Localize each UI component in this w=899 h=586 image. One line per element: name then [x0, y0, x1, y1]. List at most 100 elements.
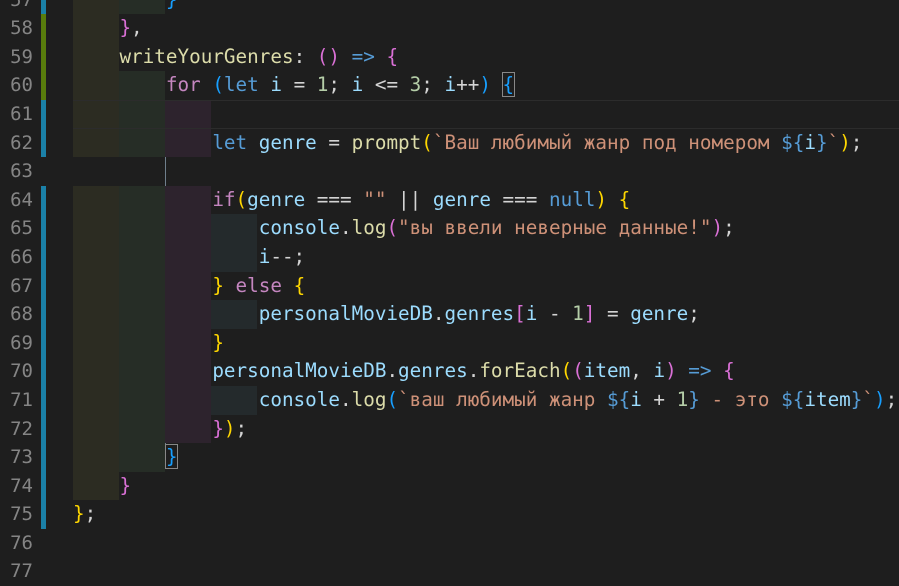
code-text[interactable]: } [73, 329, 224, 358]
code-text[interactable]: for (let i = 1; i <= 3; i++) { [73, 71, 516, 100]
code-text[interactable]: personalMovieDB.genres[i - 1] = genre; [73, 300, 700, 329]
code-text[interactable]: } [73, 443, 179, 472]
gutter-change-marker[interactable] [41, 357, 46, 386]
code-line[interactable]: 65 console.log("вы ввели неверные данные… [0, 214, 899, 243]
code-line[interactable]: 76 [0, 529, 899, 558]
gutter-change-marker[interactable] [41, 328, 46, 358]
code-text[interactable]: personalMovieDB.genres.forEach((item, i)… [73, 357, 735, 386]
code-token: ; [421, 73, 445, 97]
code-token: personalMovieDB [258, 302, 433, 326]
code-token: . [340, 216, 352, 240]
code-token: } [212, 330, 224, 354]
gutter-change-marker[interactable] [41, 271, 46, 301]
code-token: => [351, 44, 375, 68]
code-line[interactable]: 72 }); [0, 414, 899, 444]
line-number: 64 [10, 188, 33, 211]
code-text[interactable]: } [73, 0, 178, 14]
code-line[interactable]: 61 [0, 99, 899, 129]
gutter-change-marker[interactable] [41, 300, 46, 329]
code-token: ${ [781, 387, 805, 411]
code-line[interactable]: 68 personalMovieDB.genres[i - 1] = genre… [0, 300, 899, 329]
code-token: . [386, 359, 399, 383]
code-line[interactable]: 62 let genre = prompt(`Ваш любимый жанр … [0, 128, 899, 158]
code-token: ${ [607, 387, 631, 411]
code-text[interactable]: console.log("вы ввели неверные данные!")… [73, 214, 735, 243]
code-token: forEach [479, 359, 561, 383]
code-text[interactable]: let genre = prompt(`Ваш любимый жанр под… [73, 129, 862, 158]
code-line[interactable]: 73 } [0, 443, 899, 472]
code-text[interactable]: i--; [73, 243, 305, 272]
code-text[interactable]: }, [73, 14, 142, 43]
code-token: else [235, 273, 282, 297]
gutter-change-marker[interactable] [41, 42, 46, 72]
code-token: genre [630, 302, 689, 326]
code-token: } [164, 444, 179, 470]
code-line[interactable]: 58 }, [0, 14, 899, 43]
code-editor[interactable]: 57 }58 },59 writeYourGenres: () => {60 f… [0, 0, 899, 586]
code-token: i [525, 302, 538, 326]
code-token: } [850, 387, 863, 411]
gutter-change-marker[interactable] [41, 414, 46, 444]
gutter-change-marker[interactable] [41, 71, 46, 100]
code-token: i [270, 73, 282, 97]
code-line[interactable]: 59 writeYourGenres: () => { [0, 42, 899, 72]
code-token: i [804, 130, 816, 154]
line-number: 71 [10, 388, 33, 411]
gutter-change-marker[interactable] [41, 385, 46, 415]
gutter-change-marker[interactable] [41, 14, 46, 43]
code-token: ) [874, 387, 886, 411]
code-text[interactable]: }); [73, 415, 247, 444]
code-token: writeYourGenres [119, 44, 294, 68]
code-line[interactable]: 70 personalMovieDB.genres.forEach((item,… [0, 357, 899, 386]
gutter-change-marker[interactable] [41, 128, 46, 158]
code-line[interactable]: 74 } [0, 471, 899, 501]
code-token: } [73, 0, 178, 11]
gutter-change-marker[interactable] [41, 500, 46, 529]
code-text[interactable]: writeYourGenres: () => { [73, 43, 398, 72]
code-token: i [630, 387, 642, 411]
code-text[interactable]: } else { [73, 272, 305, 301]
code-token: console [258, 387, 340, 411]
code-token: { [386, 44, 399, 68]
code-token: ( [235, 187, 248, 211]
code-line[interactable]: 77 [0, 557, 899, 586]
gutter-change-marker[interactable] [41, 0, 46, 15]
code-token: if [212, 187, 236, 211]
code-line[interactable]: 71 console.log(`ваш любимый жанр ${i + 1… [0, 385, 899, 415]
code-line[interactable]: 64 if(genre === "" || genre === null) { [0, 185, 899, 215]
line-number: 68 [10, 303, 33, 326]
code-token: --; [270, 244, 306, 268]
code-token: <= [363, 73, 410, 97]
code-token: "" [363, 187, 387, 211]
code-token: 1 [572, 302, 584, 326]
code-line[interactable]: 67 } else { [0, 271, 899, 301]
code-line[interactable]: 57 } [0, 0, 899, 15]
gutter-change-marker[interactable] [41, 214, 46, 243]
code-token: { [723, 359, 735, 383]
code-text[interactable]: console.log(`ваш любимый жанр ${i + 1} -… [73, 386, 898, 415]
code-token: ${ [781, 130, 805, 154]
code-text[interactable]: } [73, 472, 131, 501]
line-number: 74 [10, 474, 33, 497]
gutter-change-marker[interactable] [41, 471, 46, 501]
code-token: console [258, 216, 340, 240]
code-line[interactable]: 60 for (let i = 1; i <= 3; i++) { [0, 71, 899, 100]
code-text[interactable]: if(genre === "" || genre === null) { [73, 186, 630, 215]
gutter-change-marker[interactable] [41, 443, 46, 472]
code-token: `Ваш любимый жанр под номером [432, 130, 782, 154]
gutter-change-marker[interactable] [41, 99, 46, 129]
gutter-change-marker[interactable] [41, 185, 46, 215]
code-text[interactable]: }; [73, 500, 96, 529]
line-number: 70 [10, 360, 33, 383]
code-line[interactable]: 63 [0, 157, 899, 186]
code-line[interactable]: 75}; [0, 500, 899, 529]
code-line[interactable]: 66 i--; [0, 242, 899, 272]
code-token: } [212, 416, 224, 440]
code-token: ; [688, 302, 700, 326]
code-line[interactable]: 69 } [0, 328, 899, 358]
gutter-change-marker[interactable] [41, 242, 46, 272]
